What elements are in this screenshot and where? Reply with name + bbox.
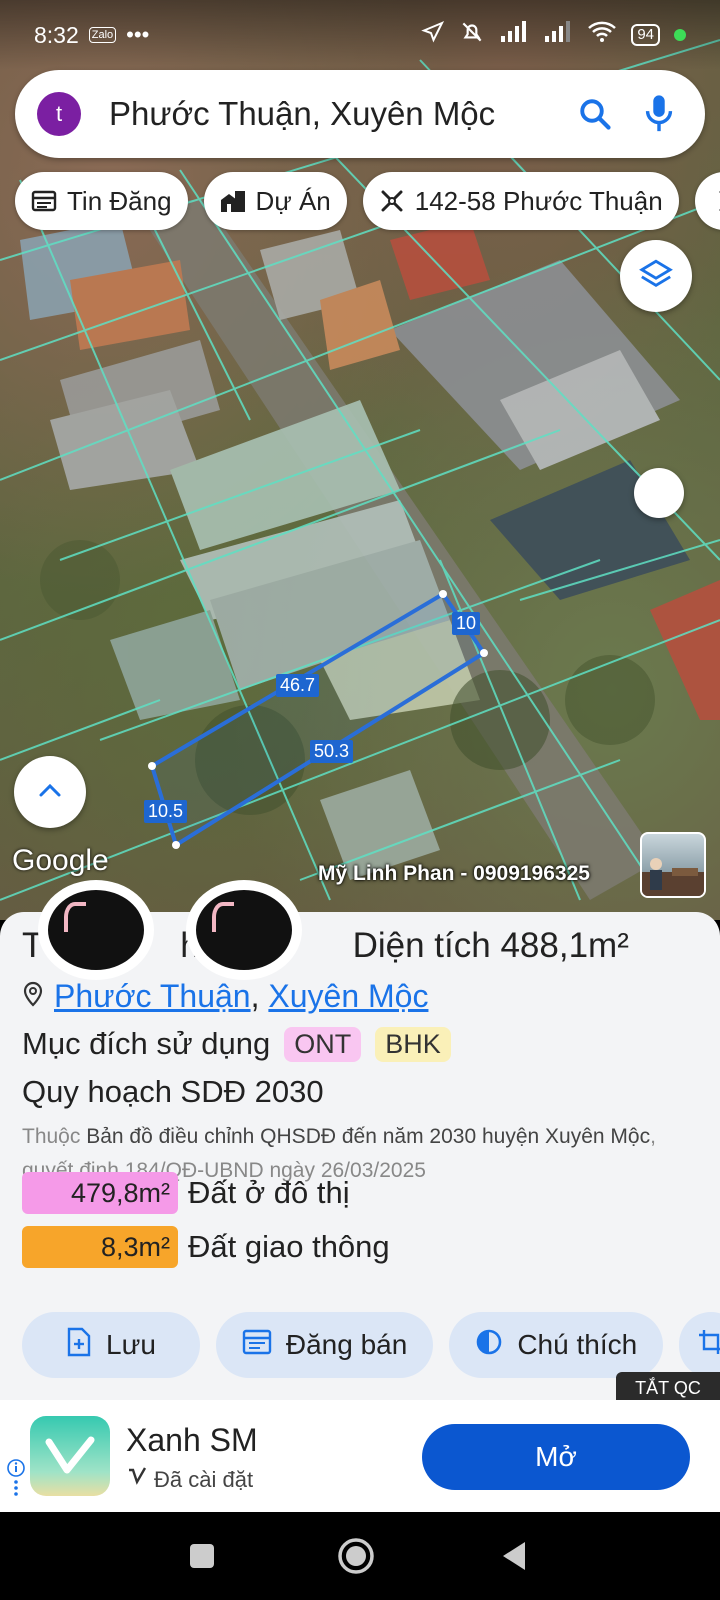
home-button[interactable] bbox=[332, 1532, 380, 1580]
location-separator: , bbox=[250, 978, 260, 1014]
signal-bars-2-icon bbox=[543, 20, 573, 50]
land-use-label: Đất giao thông bbox=[188, 1229, 390, 1264]
post-sale-label: Đăng bán bbox=[285, 1329, 408, 1360]
parcel-dimension-top: 10 bbox=[452, 612, 481, 635]
sticker-overlay bbox=[38, 880, 154, 980]
action-buttons: Lưu Đăng bán Chú thích bbox=[22, 1312, 720, 1378]
open-app-button[interactable]: Mở bbox=[422, 1424, 690, 1490]
commune-link[interactable]: Phước Thuận bbox=[54, 978, 251, 1014]
search-input[interactable]: Phước Thuận, Xuyên Mộc bbox=[109, 95, 555, 133]
land-use-amount: 479,8m² bbox=[22, 1172, 178, 1214]
battery-indicator: 94 bbox=[631, 24, 660, 46]
search-bar[interactable]: t Phước Thuận, Xuyên Mộc bbox=[15, 70, 705, 158]
area-value: 488,1m² bbox=[500, 926, 629, 965]
listing-icon bbox=[29, 186, 59, 216]
district-link[interactable]: Xuyên Mộc bbox=[268, 978, 428, 1014]
chip-label: Tin Đăng bbox=[67, 185, 172, 216]
chip-label: 142-58 Phước Thuận bbox=[414, 185, 663, 216]
land-use-amount: 8,3m² bbox=[22, 1226, 178, 1268]
account-avatar[interactable]: t bbox=[37, 92, 81, 136]
layers-icon bbox=[639, 257, 673, 296]
status-bar: 8:32 Zalo ••• 94 bbox=[0, 0, 720, 70]
recents-button[interactable] bbox=[178, 1532, 226, 1580]
wifi-icon bbox=[587, 20, 617, 50]
more-action-button[interactable] bbox=[679, 1312, 720, 1378]
chip-parcel-number[interactable]: 142-58 Phước Thuận bbox=[362, 172, 679, 230]
zalo-notification-icon: Zalo bbox=[88, 27, 117, 43]
purpose-tag-ont[interactable]: ONT bbox=[284, 1026, 362, 1062]
legend-label: Chú thích bbox=[517, 1329, 638, 1360]
more-notifications-icon: ••• bbox=[126, 22, 150, 47]
save-button[interactable]: Lưu bbox=[22, 1312, 200, 1378]
land-use-label: Đất ở đô thị bbox=[188, 1175, 350, 1210]
satellite-map[interactable]: 10 46.7 50.3 10.5 8:32 Zalo ••• 94 t Phư… bbox=[0, 0, 720, 920]
parcel-dimension-left: 10.5 bbox=[144, 800, 188, 823]
purpose-tag-bhk[interactable]: BHK bbox=[375, 1026, 451, 1062]
contrast-icon bbox=[475, 1328, 503, 1363]
plan-desc-prefix: Thuộc bbox=[22, 1125, 81, 1148]
status-time: 8:32 bbox=[34, 21, 79, 48]
privacy-dot-icon bbox=[674, 29, 686, 41]
search-icon[interactable] bbox=[571, 90, 619, 138]
parcel-info-sheet: T hử Diện tích 488,1m² Phước Thuận, Xuyê… bbox=[0, 912, 720, 1400]
google-logo: Google bbox=[12, 844, 109, 877]
sticker-overlay bbox=[186, 880, 302, 980]
plan-map-name: Bản đồ điều chỉnh QHSDĐ đến năm 2030 huy… bbox=[86, 1125, 651, 1148]
area-label: Diện tích bbox=[352, 926, 491, 965]
parcel-dimension-bottom: 50.3 bbox=[310, 740, 354, 763]
microphone-icon[interactable] bbox=[635, 90, 683, 138]
save-label: Lưu bbox=[106, 1329, 156, 1360]
location-arrow-icon bbox=[421, 20, 445, 50]
signal-bars-icon bbox=[499, 20, 529, 50]
calendar-list-icon bbox=[242, 1328, 272, 1363]
post-sale-button[interactable]: Đăng bán bbox=[215, 1312, 434, 1378]
layers-button[interactable] bbox=[620, 240, 692, 312]
location-pin-icon bbox=[22, 978, 44, 1015]
streetview-thumbnail[interactable] bbox=[640, 832, 706, 898]
parcel-dimension-side: 46.7 bbox=[276, 674, 320, 697]
chip-du-an[interactable]: Dự Án bbox=[203, 172, 347, 230]
land-use-row: 8,3m² Đất giao thông bbox=[22, 1226, 390, 1268]
add-doc-icon bbox=[66, 1327, 92, 1364]
ad-app-name: Xanh SM bbox=[126, 1422, 258, 1458]
info-icon[interactable] bbox=[6, 1458, 26, 1503]
ad-banner[interactable]: Xanh SM Đã cài đặt Mở bbox=[0, 1400, 720, 1512]
back-button[interactable] bbox=[490, 1532, 538, 1580]
installed-label: Đã cài đặt bbox=[154, 1467, 254, 1492]
ruler-icon bbox=[715, 186, 720, 216]
map-watermark: Mỹ Linh Phan - 0909196325 bbox=[318, 862, 590, 885]
compass-button[interactable] bbox=[634, 468, 684, 518]
crop-icon bbox=[697, 1328, 720, 1363]
ruler-icon bbox=[377, 186, 407, 216]
filter-chips: Tin Đăng Dự Án 142-58 Phước Thuận bbox=[15, 172, 720, 232]
land-purpose-row: Mục đích sử dụng ONT BHK bbox=[22, 1026, 451, 1062]
plan-title: Quy hoạch SDĐ 2030 bbox=[22, 1074, 324, 1109]
purpose-label: Mục đích sử dụng bbox=[22, 1026, 271, 1061]
xanh-sm-logo bbox=[30, 1416, 110, 1496]
expand-sheet-button[interactable] bbox=[14, 756, 86, 828]
building-icon bbox=[218, 186, 248, 216]
ad-installed-status: Đã cài đặt bbox=[126, 1466, 253, 1494]
land-use-row: 479,8m² Đất ở đô thị bbox=[22, 1172, 350, 1214]
chevron-up-icon bbox=[37, 781, 63, 804]
system-nav-bar bbox=[0, 1512, 720, 1600]
legend-button[interactable]: Chú thích bbox=[449, 1312, 664, 1378]
chip-label: Dự Án bbox=[255, 185, 331, 216]
location-row: Phước Thuận, Xuyên Mộc bbox=[22, 978, 428, 1015]
chip-more[interactable] bbox=[694, 172, 720, 230]
chip-tin-dang[interactable]: Tin Đăng bbox=[15, 172, 188, 230]
installed-check-icon bbox=[126, 1466, 148, 1494]
mute-bell-icon bbox=[459, 19, 485, 51]
